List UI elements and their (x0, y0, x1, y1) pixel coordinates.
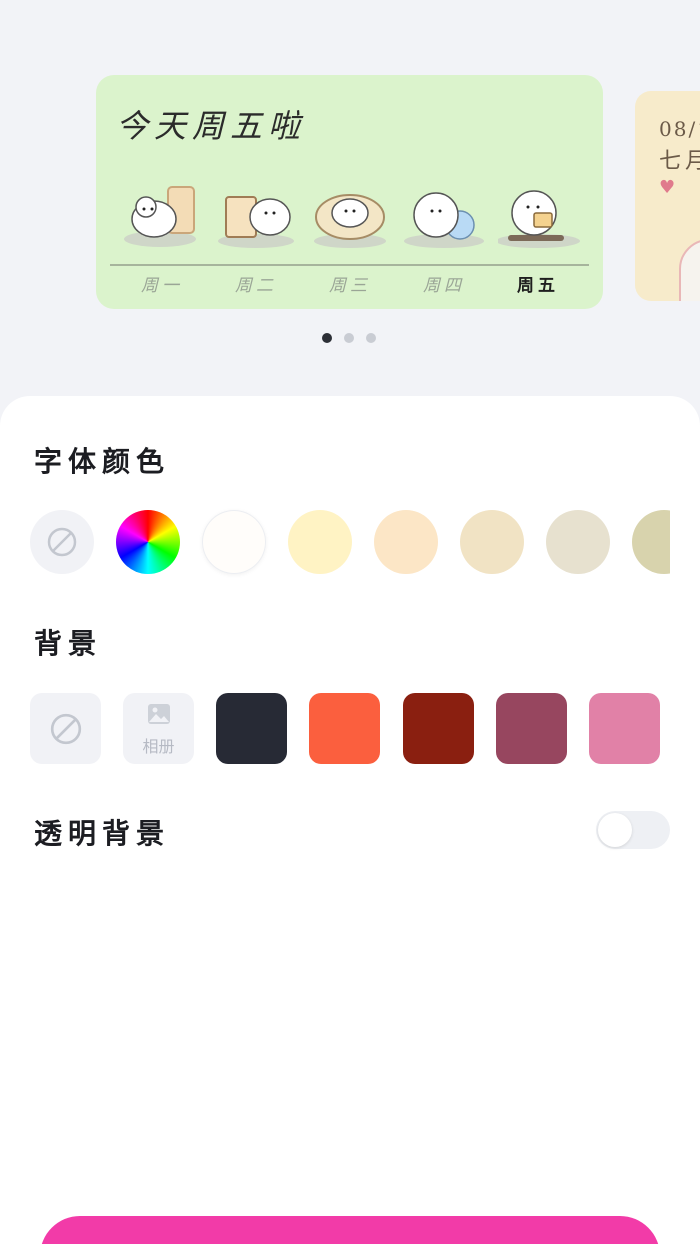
font-color-swatch-khaki[interactable] (632, 510, 670, 574)
page-dot-2[interactable] (344, 333, 354, 343)
background-swatch-maroon[interactable] (403, 693, 474, 764)
font-color-swatch-khaki-wrap (632, 510, 670, 574)
widget-preview-card-next[interactable]: 08/1 七月 ♥ (635, 91, 700, 301)
toggle-knob[interactable] (598, 813, 632, 847)
font-color-none-swatch[interactable] (30, 510, 94, 574)
widget-preview-card[interactable]: 今天周五啦 周一 周二 周三 周四 周五 (96, 75, 603, 309)
album-button[interactable]: 相册 (123, 693, 194, 764)
page-dot-3[interactable] (366, 333, 376, 343)
font-color-swatch-peach[interactable] (374, 510, 438, 574)
no-color-icon (47, 527, 77, 557)
heart-icon: ♥ (659, 177, 676, 198)
day-divider (110, 264, 589, 266)
background-title: 背景 (34, 627, 103, 660)
background-swatch-navy[interactable] (216, 693, 287, 764)
dog-sticker-3 (310, 179, 392, 253)
sticker-row (114, 179, 584, 253)
day-label-mon: 周一 (141, 276, 183, 296)
font-color-rainbow-swatch[interactable] (116, 510, 180, 574)
apply-button[interactable] (40, 1216, 660, 1244)
background-swatch-pink[interactable] (589, 693, 660, 764)
background-swatch-orange[interactable] (309, 693, 380, 764)
day-label-fri: 周五 (517, 276, 559, 296)
day-label-thu: 周四 (423, 276, 465, 296)
font-color-swatch-cream[interactable] (288, 510, 352, 574)
no-background-icon (50, 713, 81, 744)
day-label-tue: 周二 (235, 276, 277, 296)
widget-title: 今天周五啦 (116, 107, 307, 145)
page-dot-1[interactable] (322, 333, 332, 343)
dog-sticker-1 (122, 179, 204, 253)
font-color-swatch-beige[interactable] (546, 510, 610, 574)
next-card-month: 七月 (659, 149, 700, 174)
image-icon (148, 704, 170, 724)
dog-sticker-5 (496, 179, 580, 253)
font-color-title: 字体颜色 (34, 445, 171, 478)
transparent-background-title: 透明背景 (34, 817, 171, 850)
dog-sticker-4 (404, 179, 486, 253)
album-label: 相册 (142, 737, 175, 756)
day-label-wed: 周三 (329, 276, 371, 296)
background-none-swatch[interactable] (30, 693, 101, 764)
dog-sticker-2 (216, 179, 298, 253)
font-color-swatch-wheat[interactable] (460, 510, 524, 574)
next-card-date: 08/1 (659, 117, 700, 141)
font-color-swatch-white[interactable] (202, 510, 266, 574)
transparent-background-toggle[interactable] (596, 811, 670, 849)
bunny-illustration (679, 239, 700, 301)
background-swatch-plum[interactable] (496, 693, 567, 764)
